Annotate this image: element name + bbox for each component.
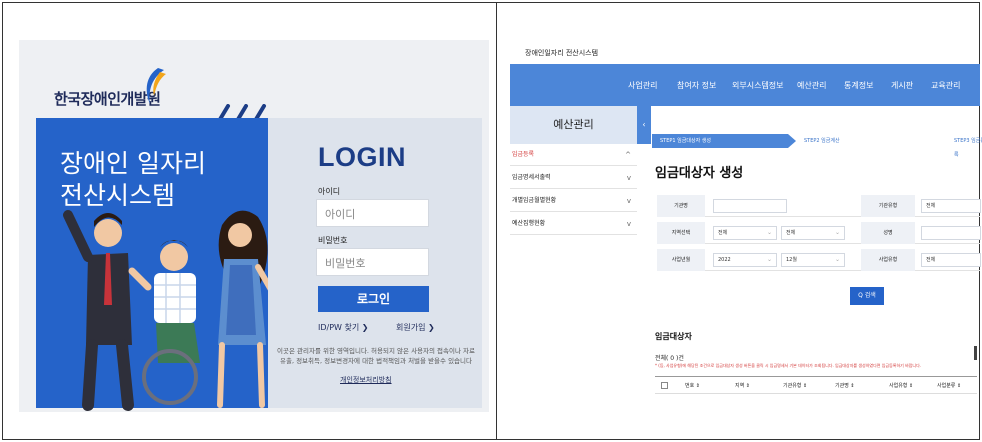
- biz-date-label: 사업년월: [657, 249, 705, 271]
- chevron-down-icon: ⌄: [834, 256, 840, 263]
- org-type-label: 기관유형: [861, 195, 915, 217]
- sidebar-header: 예산관리: [510, 106, 637, 144]
- signup-link[interactable]: 회원가입 ❯: [396, 322, 435, 333]
- app-title: 장애인일자리 전산시스템: [525, 49, 599, 57]
- select-all-checkbox[interactable]: [661, 382, 668, 389]
- biz-type-value: 전체: [926, 257, 936, 263]
- chevron-up-icon: ^: [625, 151, 631, 159]
- panel-divider: [496, 2, 497, 440]
- nav-item-education[interactable]: 교육관리: [931, 80, 960, 91]
- table-header: 번호 ⇕ 지역 ⇕ 기관유형 ⇕ 기관명 ⇕ 사업유형 ⇕ 사업분류 ⇕: [655, 376, 977, 394]
- org-type-value: 전체: [926, 203, 936, 209]
- nav-item-statistics[interactable]: 통계정보: [844, 80, 873, 91]
- login-title: LOGIN: [318, 142, 406, 172]
- list-title: 임금대상자: [655, 332, 692, 341]
- result-count: 전체( 0 )건: [655, 355, 684, 362]
- logo-swoosh-icon: [146, 68, 166, 104]
- nav-item-participant[interactable]: 참여자 정보: [677, 80, 716, 91]
- year-value: 2022: [718, 257, 731, 263]
- step-3: STEP3 임금등록: [954, 138, 982, 158]
- hero-title-line-1: 장애인 일자리: [60, 149, 206, 178]
- year-select[interactable]: 2022 ⌄: [713, 253, 777, 267]
- column-header-org-name[interactable]: 기관명 ⇕: [835, 377, 855, 395]
- privacy-policy-link[interactable]: 개인정보처리방침: [340, 375, 392, 385]
- sidebar-collapse-button[interactable]: ‹: [637, 106, 651, 144]
- find-id-pw-link[interactable]: ID/PW 찾기 ❯: [318, 322, 368, 333]
- biz-type-select[interactable]: 전체: [921, 253, 981, 267]
- chevron-down-icon: ⌄: [834, 229, 840, 236]
- sidebar-item-label: 임금등록: [512, 151, 535, 158]
- password-label: 비밀번호: [318, 236, 348, 245]
- sidebar-item-label: 개별임금월별현황: [512, 197, 557, 204]
- sidebar-item-label: 예산집행현황: [512, 220, 546, 227]
- nav-item-board[interactable]: 게시판: [891, 80, 913, 91]
- sidebar-item-wage-register[interactable]: 임금등록 ^: [510, 144, 637, 166]
- sidebar: 예산관리 ‹ 임금등록 ^ 임금명세서출력 v 개별임금월별현황 v 예산집행현…: [510, 106, 651, 406]
- column-header-biz-class[interactable]: 사업분류 ⇕: [937, 377, 961, 395]
- chevron-down-icon: ⌄: [766, 229, 772, 236]
- biz-type-label: 사업유형: [861, 249, 915, 271]
- search-panel: 기관명 기관유형 전체 지역선택 전체 ⌄ 전체 ⌄ 성명 사업년월 2022 ⌄ 1…: [657, 195, 981, 273]
- search-row: 지역선택 전체 ⌄ 전체 ⌄ 성명: [657, 222, 981, 244]
- scrollbar-thumb[interactable]: [974, 346, 977, 360]
- search-row: 사업년월 2022 ⌄ 12월 ⌄ 사업유형 전체: [657, 249, 981, 271]
- id-label: 아이디: [318, 187, 341, 196]
- name-input[interactable]: [921, 226, 981, 240]
- password-input[interactable]: 비밀번호: [316, 248, 429, 276]
- id-input[interactable]: 아이디: [316, 199, 429, 227]
- column-header-org-type[interactable]: 기관유형 ⇕: [783, 377, 807, 395]
- warning-text: * (등, 사업유형)에 해당된 조건으로 임금대상자 생성 버튼을 클릭 시 …: [655, 363, 922, 368]
- org-name-input[interactable]: [713, 199, 787, 213]
- sidebar-item-monthly-wage[interactable]: 개별임금월별현황 v: [510, 190, 637, 212]
- sidebar-item-wage-statement[interactable]: 임금명세서출력 v: [510, 167, 637, 189]
- region-value-2: 전체: [786, 230, 796, 236]
- step-2: STEP2 임금계산: [804, 138, 840, 144]
- column-header-biz-type[interactable]: 사업유형 ⇕: [889, 377, 913, 395]
- step-1: STEP1 임금대상자 생성: [652, 134, 788, 148]
- nav-item-budget[interactable]: 예산관리: [797, 80, 826, 91]
- region-value-1: 전체: [718, 230, 728, 236]
- chevron-down-icon: ⌄: [766, 256, 772, 263]
- top-navigation: 사업관리 참여자 정보 외부시스템정보 예산관리 통계정보 게시판 교육관리: [510, 64, 980, 106]
- security-notice: 이곳은 관리자를 위한 영역입니다. 허용되지 않은 사용자의 접속이나 자료 …: [277, 347, 475, 365]
- page-title: 임금대상자 생성: [655, 166, 744, 181]
- step-arrow-icon: [788, 134, 796, 148]
- region-label: 지역선택: [657, 222, 705, 244]
- chevron-down-icon: v: [626, 197, 631, 205]
- month-select[interactable]: 12월 ⌄: [781, 253, 845, 267]
- sidebar-item-budget-exec[interactable]: 예산집행현황 v: [510, 213, 637, 235]
- sidebar-item-label: 임금명세서출력: [512, 174, 551, 181]
- region-select-1[interactable]: 전체 ⌄: [713, 226, 777, 240]
- region-select-2[interactable]: 전체 ⌄: [781, 226, 845, 240]
- login-button[interactable]: 로그인: [318, 286, 429, 312]
- step-indicator: STEP1 임금대상자 생성 STEP2 임금계산 STEP3 임금등록: [652, 128, 982, 158]
- org-type-select[interactable]: 전체: [921, 199, 981, 213]
- name-label: 성명: [861, 222, 915, 244]
- nav-item-external[interactable]: 외부시스템정보: [732, 80, 784, 91]
- org-name-label: 기관명: [657, 195, 705, 217]
- search-button[interactable]: Q 검색: [850, 287, 884, 305]
- chevron-down-icon: v: [626, 220, 631, 228]
- search-row: 기관명 기관유형 전체: [657, 195, 981, 217]
- column-header-number[interactable]: 번호 ⇕: [685, 377, 700, 395]
- people-illustration: [63, 210, 277, 411]
- column-header-region[interactable]: 지역 ⇕: [735, 377, 750, 395]
- month-value: 12월: [786, 257, 797, 263]
- chevron-down-icon: v: [626, 174, 631, 182]
- nav-item-business[interactable]: 사업관리: [628, 80, 657, 91]
